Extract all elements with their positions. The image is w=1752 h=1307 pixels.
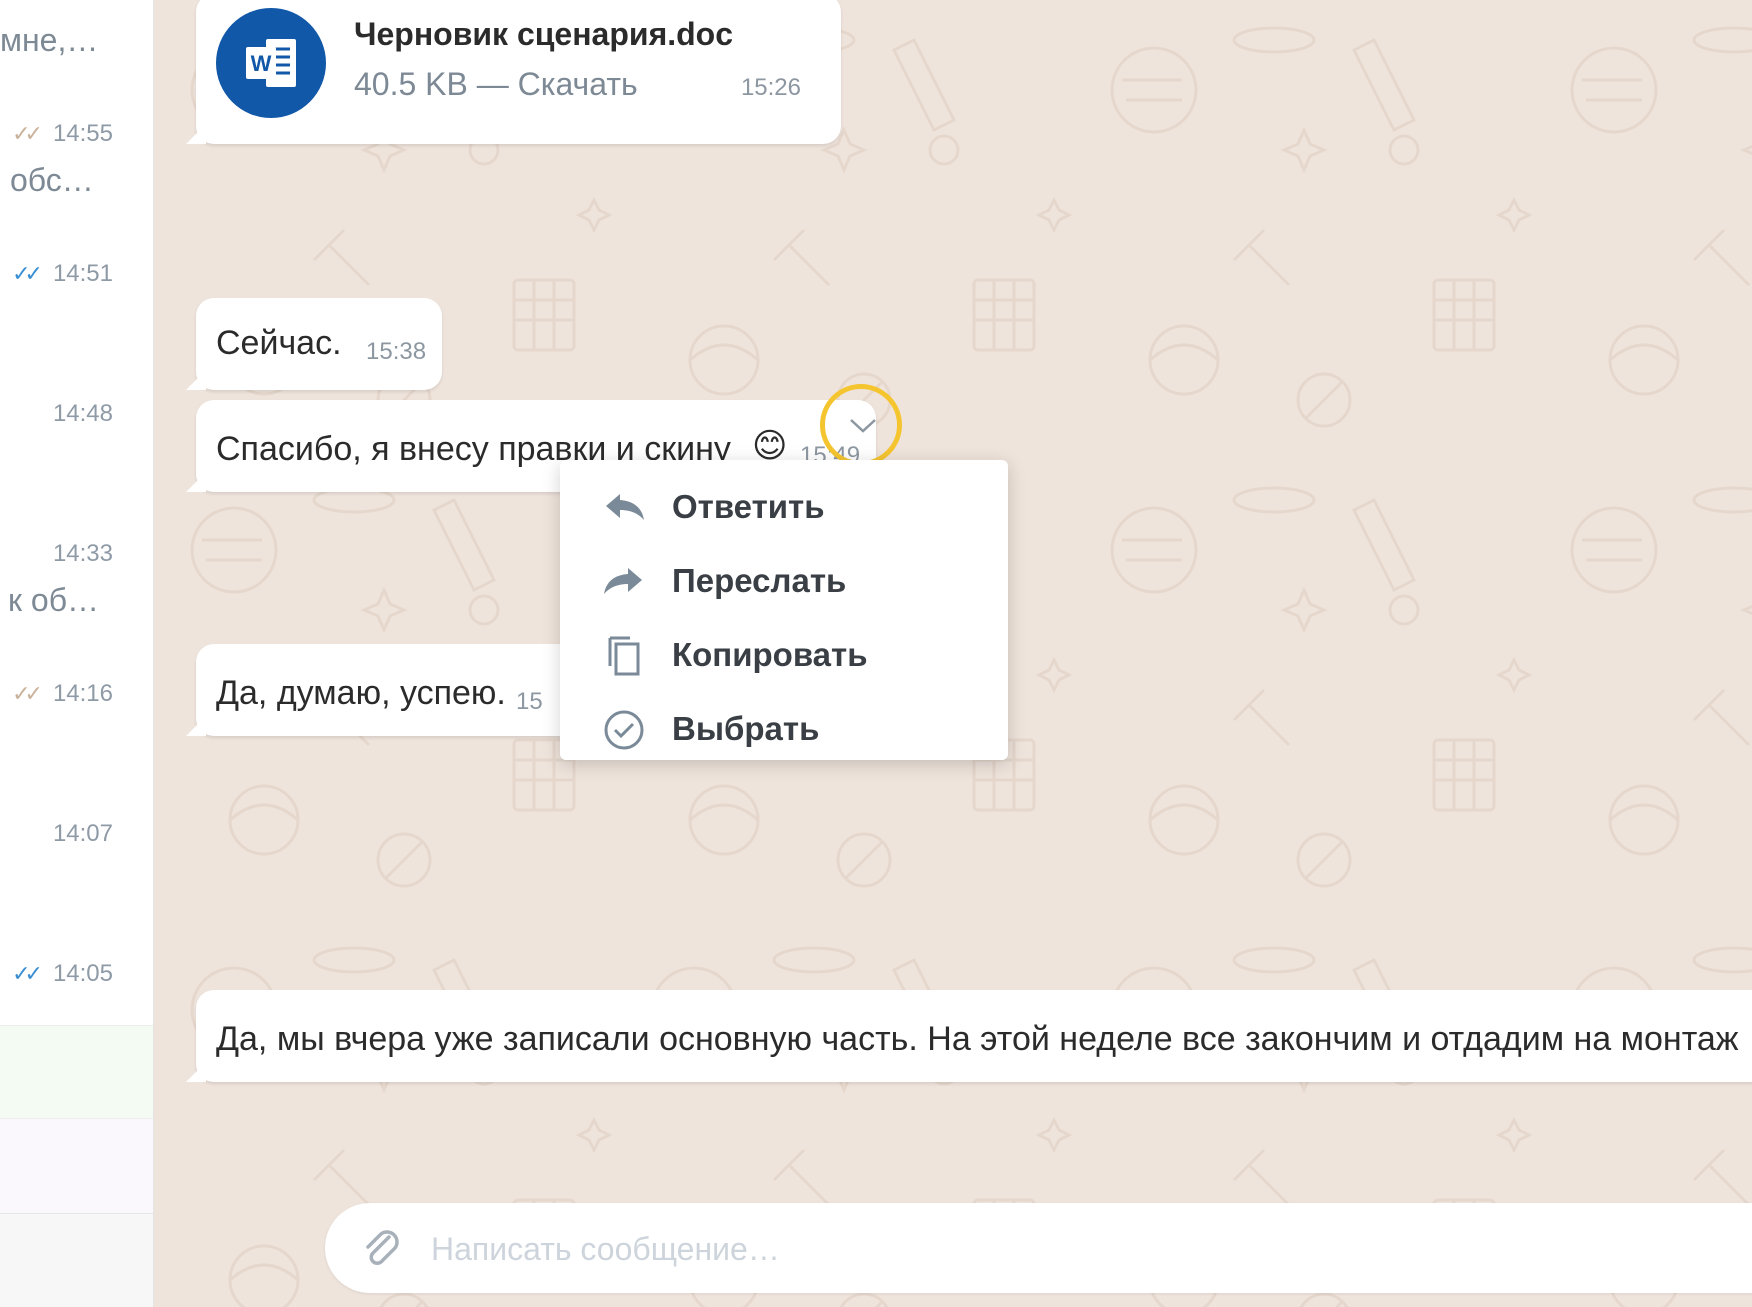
message-context-menu: Ответить Переслать Копировать Выбрать	[560, 460, 1008, 760]
select-check-icon	[604, 710, 644, 750]
message-time: 15:38	[366, 338, 427, 365]
message-text: Сейчас.	[216, 324, 342, 362]
chat-list-item[interactable]: ✓✓ 14:51	[0, 230, 153, 370]
menu-item-copy[interactable]: Копировать	[560, 618, 1008, 692]
chat-time-text: 14:51	[52, 260, 113, 287]
menu-item-label: Переслать	[672, 562, 847, 599]
message-bubble[interactable]: Да, думаю, успею. 15	[186, 644, 596, 736]
chat-list-item[interactable]: ✓✓ 14:55 обс…	[0, 90, 153, 230]
svg-text:W: W	[251, 51, 272, 76]
chat-list-item[interactable]: 14:07	[0, 790, 153, 930]
file-download-link[interactable]: 40.5 KB — Скачать	[354, 66, 638, 103]
double-check-icon: ✓✓	[12, 121, 43, 146]
paperclip-icon[interactable]	[359, 1227, 403, 1271]
chat-preview: обс…	[10, 162, 94, 198]
message-text: Да, мы вчера уже записали основную часть…	[216, 1020, 1739, 1058]
chat-list-item[interactable]: ✓✓ 14:05	[0, 930, 153, 1024]
menu-item-label: Копировать	[672, 636, 868, 673]
file-message[interactable]: W Черновик сценария.doc 40.5 KB — Скачат…	[186, 0, 841, 144]
message-input[interactable]	[429, 1223, 1752, 1275]
chat-time: ✓✓ 14:55	[12, 120, 113, 148]
chevron-down-icon[interactable]	[848, 416, 878, 436]
chat-list-item[interactable]	[0, 1213, 153, 1307]
menu-item-label: Выбрать	[672, 710, 820, 747]
chat-time: ✓✓ 14:16	[12, 680, 113, 708]
message-bubble[interactable]: Сейчас. 15:38	[186, 298, 442, 390]
chat-time: 14:48	[52, 400, 113, 427]
chat-time: 14:07	[52, 820, 113, 847]
chat-list-item[interactable]	[0, 1118, 153, 1213]
double-check-icon: ✓✓	[12, 261, 43, 286]
chat-list-sidebar: мне,… ✓✓ 14:55 обс… ✓✓ 14:51 14:48 14:33…	[0, 0, 154, 1307]
double-check-icon: ✓✓	[12, 681, 43, 706]
chat-list-item-active[interactable]	[0, 1025, 153, 1118]
copy-icon	[608, 636, 640, 676]
chat-time-text: 14:05	[52, 960, 113, 987]
message-time: 15	[516, 688, 543, 715]
chat-time-text: 14:16	[52, 680, 113, 707]
reply-icon	[606, 494, 644, 520]
chat-time: 14:33	[52, 540, 113, 567]
chat-list-item[interactable]: ✓✓ 14:16	[0, 650, 153, 790]
chat-preview: мне,…	[0, 22, 99, 58]
chat-list-item[interactable]: мне,…	[0, 0, 153, 90]
double-check-icon: ✓✓	[12, 961, 43, 986]
chat-list-item[interactable]: 14:48	[0, 370, 153, 510]
menu-item-label: Ответить	[672, 488, 825, 525]
menu-item-reply[interactable]: Ответить	[560, 470, 1008, 544]
chat-preview: к об…	[8, 582, 100, 618]
message-text: Да, думаю, успею.	[216, 674, 506, 712]
chat-time: ✓✓ 14:05	[12, 960, 113, 988]
chat-time-text: 14:55	[52, 120, 113, 147]
forward-icon	[604, 568, 642, 594]
chat-time: ✓✓ 14:51	[12, 260, 113, 288]
word-doc-icon[interactable]: W	[216, 8, 326, 118]
menu-item-select[interactable]: Выбрать	[560, 692, 1008, 766]
menu-item-forward[interactable]: Переслать	[560, 544, 1008, 618]
message-bubble[interactable]: Да, мы вчера уже записали основную часть…	[186, 990, 1752, 1082]
message-time: 15:26	[740, 74, 801, 101]
chat-list-item[interactable]: 14:33 к об…	[0, 510, 153, 650]
file-name: Черновик сценария.doc	[354, 16, 734, 52]
message-composer	[325, 1203, 1752, 1293]
